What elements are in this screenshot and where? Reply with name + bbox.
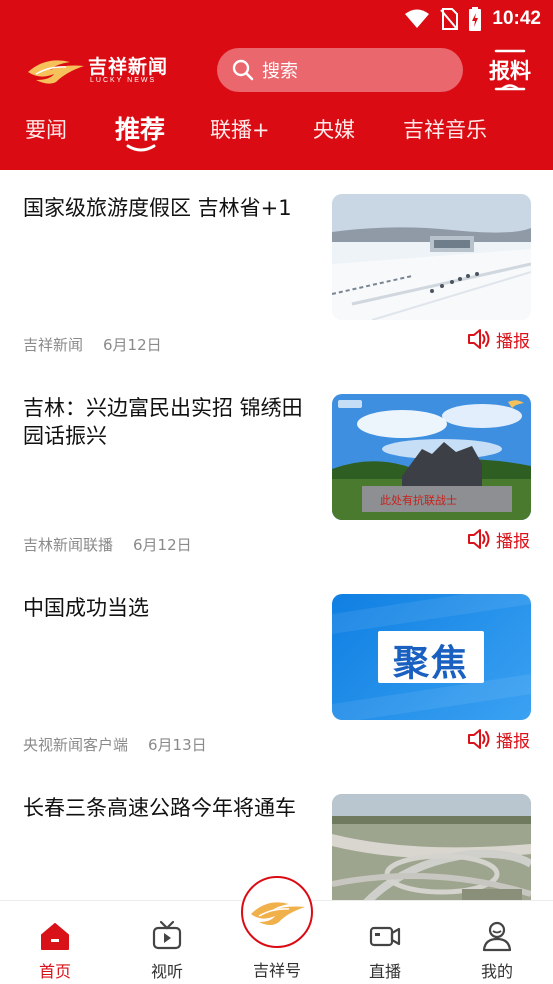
news-title[interactable]: 吉林：兴边富民出实招 锦绣田园话振兴 bbox=[23, 394, 315, 450]
news-title[interactable]: 国家级旅游度假区 吉林省+1 bbox=[23, 194, 315, 222]
logo-text: 吉祥新闻 bbox=[88, 56, 169, 78]
logo-subtext: LUCKY NEWS bbox=[90, 77, 157, 84]
search-bar[interactable]: 搜索 bbox=[217, 48, 463, 92]
lucky-logo-icon bbox=[251, 902, 305, 925]
tv-icon bbox=[152, 920, 182, 950]
monument-inscription: 此处有抗联战士 bbox=[380, 493, 457, 507]
nav-profile-label: 我的 bbox=[480, 962, 513, 981]
search-icon bbox=[232, 59, 254, 81]
broadcast-label: 播报 bbox=[496, 731, 530, 752]
nav-media[interactable]: 视听 bbox=[112, 901, 222, 984]
broadcast-button[interactable]: 播报 bbox=[467, 527, 530, 552]
wifi-icon bbox=[405, 9, 430, 28]
battery-charging-icon bbox=[469, 7, 482, 31]
news-date: 6月13日 bbox=[148, 736, 207, 754]
nav-home[interactable]: 首页 bbox=[0, 901, 110, 984]
active-tab-indicator bbox=[126, 144, 156, 152]
nav-live-label: 直播 bbox=[368, 962, 401, 981]
news-item[interactable]: 国家级旅游度假区 吉林省+1 吉祥新闻 6月12日 播报 bbox=[0, 170, 553, 370]
speaker-icon bbox=[468, 529, 490, 549]
news-source: 央视新闻客户端 bbox=[23, 736, 129, 754]
news-thumbnail-monument[interactable]: 此处有抗联战士 bbox=[332, 394, 531, 520]
nav-lucky-button[interactable] bbox=[241, 876, 313, 948]
search-placeholder: 搜索 bbox=[262, 61, 298, 82]
broadcast-button[interactable]: 播报 bbox=[467, 727, 530, 752]
news-thumbnail-focus[interactable]: 聚焦 bbox=[332, 594, 531, 720]
app-logo: 吉祥新闻 LUCKY NEWS bbox=[26, 50, 176, 90]
news-thumbnail-highway[interactable] bbox=[332, 794, 531, 900]
video-camera-icon bbox=[369, 926, 401, 947]
news-meta: 央视新闻客户端 6月13日 bbox=[23, 734, 207, 755]
news-feed: 国家级旅游度假区 吉林省+1 吉祥新闻 6月12日 播报 吉林：兴边富民出实招 … bbox=[0, 170, 553, 900]
news-source: 吉林新闻联播 bbox=[23, 536, 114, 554]
broadcast-button[interactable]: 播报 bbox=[467, 327, 530, 352]
tab-lianbo[interactable]: 联播+ bbox=[210, 114, 270, 144]
nav-profile[interactable]: 我的 bbox=[442, 901, 552, 984]
nav-lucky-label: 吉祥号 bbox=[252, 961, 301, 980]
nav-live[interactable]: 直播 bbox=[330, 901, 440, 984]
nav-media-label: 视听 bbox=[150, 962, 183, 981]
news-thumbnail-snow-resort[interactable] bbox=[332, 194, 531, 320]
news-meta: 吉祥新闻 6月12日 bbox=[23, 334, 162, 355]
speaker-icon bbox=[468, 329, 490, 349]
report-button[interactable]: 报料 bbox=[488, 48, 532, 92]
news-source: 吉祥新闻 bbox=[23, 336, 84, 354]
lucky-bird-icon bbox=[28, 60, 84, 84]
news-date: 6月12日 bbox=[133, 536, 192, 554]
focus-banner-text: 聚焦 bbox=[392, 643, 469, 684]
nav-home-label: 首页 bbox=[38, 962, 71, 981]
speaker-icon bbox=[468, 729, 490, 749]
home-icon bbox=[41, 923, 69, 950]
news-meta: 吉林新闻联播 6月12日 bbox=[23, 534, 192, 555]
channel-tabs: 要闻 推荐 联播+ 央媒 吉祥音乐 bbox=[0, 108, 553, 154]
no-sim-icon bbox=[440, 8, 459, 30]
status-time: 10:42 bbox=[492, 8, 541, 29]
report-label: 报料 bbox=[489, 59, 531, 83]
news-item[interactable]: 中国成功当选 聚焦 央视新闻客户端 6月13日 播报 bbox=[0, 570, 553, 770]
broadcast-label: 播报 bbox=[496, 331, 530, 352]
user-icon bbox=[482, 921, 512, 952]
status-bar: 10:42 bbox=[404, 6, 541, 32]
tab-tuijian[interactable]: 推荐 bbox=[115, 110, 165, 146]
app-header: 10:42 吉祥新闻 LUCKY NEWS 搜索 报料 要闻 推荐 联播+ 央媒… bbox=[0, 0, 553, 170]
tab-jixiang-music[interactable]: 吉祥音乐 bbox=[403, 114, 487, 144]
news-title[interactable]: 中国成功当选 bbox=[23, 594, 315, 622]
tab-yangmei[interactable]: 央媒 bbox=[313, 114, 355, 144]
news-item[interactable]: 吉林：兴边富民出实招 锦绣田园话振兴 此处有抗联战士 吉林新闻联播 6月12日 播… bbox=[0, 370, 553, 570]
tab-yaowen[interactable]: 要闻 bbox=[25, 114, 67, 144]
news-date: 6月12日 bbox=[103, 336, 162, 354]
news-title[interactable]: 长春三条高速公路今年将通车 bbox=[23, 794, 315, 822]
broadcast-label: 播报 bbox=[496, 531, 530, 552]
